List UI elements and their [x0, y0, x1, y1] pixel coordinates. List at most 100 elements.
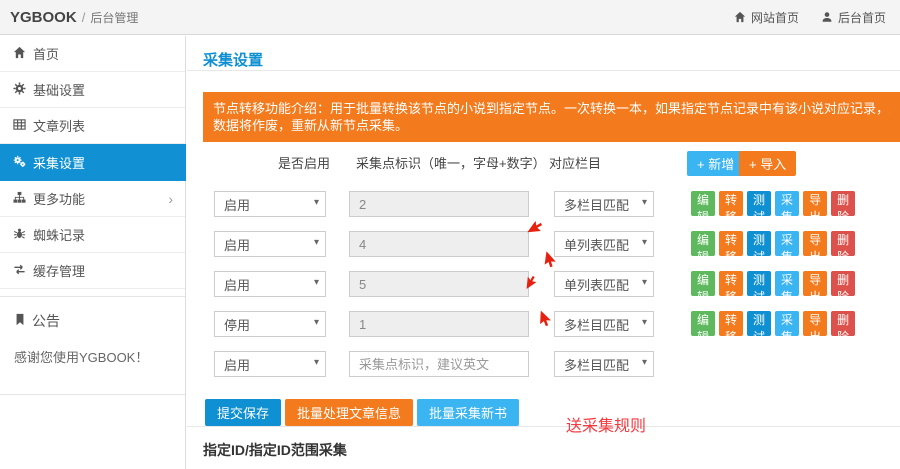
user-icon — [821, 11, 833, 23]
row-action-transfer-button[interactable]: 转移 — [719, 311, 743, 336]
enabled-select[interactable]: 启用 — [214, 191, 326, 217]
row-action-export-button[interactable]: 导出 — [803, 311, 827, 336]
column-header-enabled: 是否启用 — [278, 153, 330, 172]
annotation-text: 送采集规则 — [566, 412, 646, 436]
identifier-field: 2 — [349, 191, 529, 217]
sidebar-item-cache-management[interactable]: 缓存管理 — [0, 253, 185, 289]
column-header-category: 对应栏目 — [549, 153, 601, 172]
row-action-collect-button[interactable]: 采集 — [775, 191, 799, 216]
sidebar-item-home[interactable]: 首页 — [0, 36, 185, 72]
category-select[interactable]: 单列表匹配 — [554, 271, 654, 297]
page: YGBOOK / 后台管理 网站首页 后台首页 首页 基础设置 文章列表 — [0, 0, 900, 469]
sidebar: 首页 基础设置 文章列表 采集设置 更多功能 › 蜘蛛记录 缓存管理 — [0, 36, 186, 469]
enabled-select[interactable]: 启用 — [214, 231, 326, 257]
announcement-panel: 公告 感谢您使用YGBOOK！ — [0, 296, 185, 395]
identifier-field: 1 — [349, 311, 529, 337]
warning-line-2: 数据将作废，重新从新节点采集。 — [213, 117, 890, 134]
home-icon — [734, 11, 746, 23]
category-select[interactable]: 单列表匹配 — [554, 231, 654, 257]
category-select[interactable]: 多栏目匹配 — [554, 191, 654, 217]
batch-collect-new-books-button[interactable]: 批量采集新书 — [417, 399, 519, 426]
row-action-collect-button[interactable]: 采集 — [775, 311, 799, 336]
column-header-identifier: 采集点标识（唯一，字母+数字） — [356, 153, 546, 172]
site-home-label: 网站首页 — [751, 9, 799, 26]
announcement-title: 公告 — [32, 311, 60, 331]
category-select[interactable]: 多栏目匹配 — [554, 311, 654, 337]
import-button[interactable]: + 导入 — [739, 151, 796, 176]
sidebar-item-collection-settings[interactable]: 采集设置 — [0, 144, 186, 181]
enabled-select[interactable]: 启用 — [214, 271, 326, 297]
row-action-delete-button[interactable]: 删除 — [831, 191, 855, 216]
row-action-delete-button[interactable]: 删除 — [831, 231, 855, 256]
admin-home-link[interactable]: 后台首页 — [821, 9, 886, 26]
identifier-field: 5 — [349, 271, 529, 297]
sidebar-item-label: 文章列表 — [33, 116, 85, 135]
submit-save-button[interactable]: 提交保存 — [205, 399, 281, 426]
row-action-transfer-button[interactable]: 转移 — [719, 191, 743, 216]
page-title: 采集设置 — [203, 49, 900, 70]
divider — [187, 426, 900, 427]
breadcrumb-separator: / — [82, 10, 86, 25]
admin-home-label: 后台首页 — [838, 9, 886, 26]
brand-logo: YGBOOK — [10, 9, 77, 26]
row-action-edit-button[interactable]: 编辑 — [691, 231, 715, 256]
sidebar-item-label: 更多功能 — [33, 189, 85, 208]
footer-buttons: 提交保存 批量处理文章信息 批量采集新书 — [205, 399, 900, 426]
sidebar-item-spider-log[interactable]: 蜘蛛记录 — [0, 217, 185, 253]
identifier-field: 4 — [349, 231, 529, 257]
row-action-transfer-button[interactable]: 转移 — [719, 271, 743, 296]
row-action-collect-button[interactable]: 采集 — [775, 271, 799, 296]
gear-icon — [13, 82, 33, 98]
row-action-delete-button[interactable]: 删除 — [831, 311, 855, 336]
sidebar-item-article-list[interactable]: 文章列表 — [0, 108, 185, 144]
top-bar: YGBOOK / 后台管理 网站首页 后台首页 — [0, 0, 900, 35]
row-action-collect-button[interactable]: 采集 — [775, 231, 799, 256]
sidebar-item-basic-settings[interactable]: 基础设置 — [0, 72, 185, 108]
row-action-test-button[interactable]: 测试 — [747, 231, 771, 256]
sidebar-item-label: 采集设置 — [33, 153, 85, 172]
cogs-icon — [13, 155, 33, 171]
bug-icon — [13, 227, 33, 243]
row-action-test-button[interactable]: 测试 — [747, 191, 771, 216]
divider — [187, 70, 900, 71]
chevron-right-icon: › — [168, 191, 173, 207]
warning-line-1: 节点转移功能介绍：用于批量转换该节点的小说到指定节点。一次转换一本，如果指定节点… — [213, 100, 890, 117]
breadcrumb: YGBOOK / 后台管理 — [10, 9, 138, 26]
sidebar-item-label: 基础设置 — [33, 80, 85, 99]
row-action-test-button[interactable]: 测试 — [747, 271, 771, 296]
row-action-test-button[interactable]: 测试 — [747, 311, 771, 336]
enabled-select[interactable]: 启用 — [214, 351, 326, 377]
row-action-export-button[interactable]: 导出 — [803, 231, 827, 256]
row-actions: 编辑转移测试采集导出删除 — [691, 271, 855, 296]
table-icon — [13, 118, 33, 134]
breadcrumb-current: 后台管理 — [90, 9, 138, 26]
identifier-input[interactable] — [349, 351, 529, 377]
site-home-link[interactable]: 网站首页 — [734, 9, 799, 26]
row-action-edit-button[interactable]: 编辑 — [691, 271, 715, 296]
warning-notice: 节点转移功能介绍：用于批量转换该节点的小说到指定节点。一次转换一本，如果指定节点… — [203, 92, 900, 142]
row-action-export-button[interactable]: 导出 — [803, 271, 827, 296]
bookmark-icon — [14, 313, 26, 329]
batch-process-articles-button[interactable]: 批量处理文章信息 — [285, 399, 413, 426]
enabled-select[interactable]: 停用 — [214, 311, 326, 337]
add-button[interactable]: + 新增 — [687, 151, 744, 176]
row-actions: 编辑转移测试采集导出删除 — [691, 191, 855, 216]
row-action-export-button[interactable]: 导出 — [803, 191, 827, 216]
sidebar-item-label: 蜘蛛记录 — [33, 225, 85, 244]
row-action-edit-button[interactable]: 编辑 — [691, 191, 715, 216]
red-arrow-icon — [541, 250, 560, 269]
category-select[interactable]: 多栏目匹配 — [554, 351, 654, 377]
row-action-edit-button[interactable]: 编辑 — [691, 311, 715, 336]
next-section-title: 指定ID/指定ID范围采集 — [203, 440, 900, 460]
red-arrow-icon — [537, 310, 555, 328]
announcement-header: 公告 — [14, 311, 171, 331]
sidebar-item-label: 缓存管理 — [33, 261, 85, 280]
announcement-body: 感谢您使用YGBOOK！ — [14, 347, 171, 366]
home-icon — [13, 46, 33, 62]
row-action-transfer-button[interactable]: 转移 — [719, 231, 743, 256]
sitemap-icon — [13, 191, 33, 207]
row-actions: 编辑转移测试采集导出删除 — [691, 311, 855, 336]
row-action-delete-button[interactable]: 删除 — [831, 271, 855, 296]
red-arrow-icon — [525, 217, 543, 235]
sidebar-item-more-features[interactable]: 更多功能 › — [0, 181, 185, 217]
